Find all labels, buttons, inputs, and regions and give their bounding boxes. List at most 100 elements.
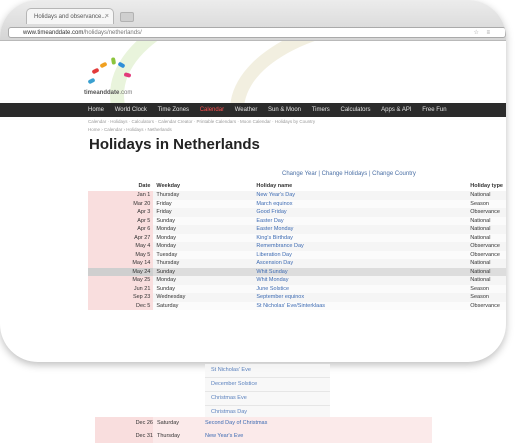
table-row: May 14 Thursday Ascension Day National <box>88 259 506 268</box>
breadcrumb[interactable]: Home › Calendar › Holidays › Netherlands <box>88 127 172 132</box>
tab-title: Holidays and observance... <box>34 14 107 20</box>
row-holiday-link[interactable]: September equinox <box>253 293 468 302</box>
row-date: Apr 27 <box>88 233 154 242</box>
row-weekday: Thursday <box>153 259 254 268</box>
nav-free-fun[interactable]: Free Fun <box>422 107 446 113</box>
table-row: May 5 Tuesday Liberation Day Observance <box>88 250 506 259</box>
row-holiday-type: Season <box>467 293 506 302</box>
row-holiday-link: Second Day of Christmas <box>205 420 268 426</box>
nav-sun-moon[interactable]: Sun & Moon <box>268 107 301 113</box>
row-holiday-link[interactable]: Whit Monday <box>253 276 468 285</box>
nav-timers[interactable]: Timers <box>312 107 330 113</box>
header-date[interactable]: Date <box>88 181 153 191</box>
address-bar[interactable]: www.timeanddate.com/holidays/netherlands… <box>8 27 506 38</box>
reflection: St Nicholas' Eve December Solstice Chris… <box>205 364 330 420</box>
row-holiday-link[interactable]: Liberation Day <box>253 250 468 259</box>
browser-tab[interactable]: Holidays and observance... × <box>26 8 114 24</box>
row-holiday-link[interactable]: Ascension Day <box>253 259 468 268</box>
row-date: Dec 31 <box>95 430 153 443</box>
table-row: Dec 5 Saturday St Nicholas' Eve/Sinterklaa… <box>88 301 506 310</box>
row-date: Jan 1 <box>88 191 154 200</box>
decorative-arc <box>230 41 506 103</box>
row-date: Apr 3 <box>88 208 154 217</box>
row-holiday-link: New Year's Eve <box>205 433 244 439</box>
table-row: Sep 23 Wednesday September equinox Season <box>88 293 506 302</box>
url-path: /holidays/netherlands/ <box>83 30 142 36</box>
reflection-item: St Nicholas' Eve <box>205 364 330 378</box>
header-weekday[interactable]: Weekday <box>153 181 253 191</box>
nav-apps-api[interactable]: Apps & API <box>381 107 411 113</box>
row-weekday: Friday <box>153 199 254 208</box>
reflection-item: December Solstice <box>205 378 330 392</box>
row-holiday-link[interactable]: June Solstice <box>253 284 468 293</box>
row-date: Apr 6 <box>88 225 154 234</box>
row-date: May 4 <box>88 242 154 251</box>
row-holiday-type: Observance <box>467 242 506 251</box>
row-weekday: Thursday <box>157 433 180 439</box>
nav-time-zones[interactable]: Time Zones <box>158 107 189 113</box>
table-row: Apr 3 Friday Good Friday Observance <box>88 208 506 217</box>
sub-navigation[interactable]: Calendar · Holidays · Calculators · Cale… <box>88 119 315 124</box>
row-weekday: Monday <box>153 276 254 285</box>
row-holiday-type: National <box>467 191 506 200</box>
row-holiday-link[interactable]: St Nicholas' Eve/Sinterklaas <box>253 301 468 310</box>
row-holiday-link[interactable]: Good Friday <box>253 208 468 217</box>
row-holiday-link[interactable]: New Year's Day <box>253 191 468 200</box>
header-holiday-name[interactable]: Holiday name <box>253 181 467 191</box>
list-item: Dec 26 Saturday Second Day of Christmas <box>95 417 432 430</box>
nav-home[interactable]: Home <box>88 107 104 113</box>
row-holiday-link[interactable]: King's Birthday <box>253 233 468 242</box>
table-row: Jun 21 Sunday June Solstice Season <box>88 284 506 293</box>
holidays-table: Date Weekday Holiday name Holiday type J… <box>88 181 506 310</box>
row-date: Jun 21 <box>88 284 154 293</box>
site-header: timeanddate.com <box>0 41 506 103</box>
row-holiday-type: Observance <box>467 208 506 217</box>
list-item: Dec 31 Thursday New Year's Eve <box>95 430 432 443</box>
row-holiday-type: National <box>467 276 506 285</box>
row-date: Sep 23 <box>88 293 154 302</box>
row-weekday: Tuesday <box>153 250 254 259</box>
row-holiday-link[interactable]: Easter Day <box>253 216 468 225</box>
row-date: Mar 20 <box>88 199 154 208</box>
row-weekday: Saturday <box>153 301 254 310</box>
change-links[interactable]: Change Year | Change Holidays | Change C… <box>282 171 416 177</box>
nav-world-clock[interactable]: World Clock <box>115 107 147 113</box>
reflection-item: Christmas Eve <box>205 392 330 406</box>
bookmark-menu-icons[interactable]: ☆ ≡ <box>473 28 493 37</box>
main-nav: Home World Clock Time Zones Calendar Wea… <box>0 103 506 117</box>
row-holiday-type: Observance <box>467 301 506 310</box>
row-date: May 25 <box>88 276 154 285</box>
row-date: May 5 <box>88 250 154 259</box>
row-weekday: Saturday <box>157 420 180 426</box>
row-weekday: Friday <box>153 208 254 217</box>
nav-calculators[interactable]: Calculators <box>340 107 370 113</box>
row-weekday: Sunday <box>153 216 254 225</box>
logo[interactable]: timeanddate.com <box>84 90 132 96</box>
row-weekday: Monday <box>153 242 254 251</box>
row-date: Apr 5 <box>88 216 154 225</box>
row-holiday-link[interactable]: Easter Monday <box>253 225 468 234</box>
nav-weather[interactable]: Weather <box>235 107 258 113</box>
row-holiday-link[interactable]: Whit Sunday <box>253 267 468 276</box>
row-weekday: Monday <box>153 233 254 242</box>
row-weekday: Sunday <box>153 267 254 276</box>
row-date: May 14 <box>88 259 154 268</box>
row-holiday-type: National <box>467 259 506 268</box>
header-holiday-type[interactable]: Holiday type <box>467 181 506 191</box>
row-holiday-link[interactable]: March equinox <box>253 199 468 208</box>
row-holiday-link[interactable]: Remembrance Day <box>253 242 468 251</box>
url-host: www.timeanddate.com <box>23 30 84 36</box>
table-row: Mar 20 Friday March equinox Season <box>88 199 506 208</box>
row-holiday-type: National <box>467 216 506 225</box>
row-date: Dec 5 <box>88 301 154 310</box>
new-tab-button[interactable] <box>120 12 134 22</box>
nav-calendar[interactable]: Calendar <box>200 107 224 113</box>
row-weekday: Wednesday <box>153 293 254 302</box>
table-row: Apr 6 Monday Easter Monday National <box>88 225 506 234</box>
table-row: May 4 Monday Remembrance Day Observance <box>88 242 506 251</box>
page-title: Holidays in Netherlands <box>89 136 260 153</box>
row-holiday-type: National <box>467 267 506 276</box>
tab-close-icon[interactable]: × <box>105 9 109 24</box>
row-holiday-type: National <box>467 225 506 234</box>
table-row: May 24 Sunday Whit Sunday National <box>88 267 506 276</box>
